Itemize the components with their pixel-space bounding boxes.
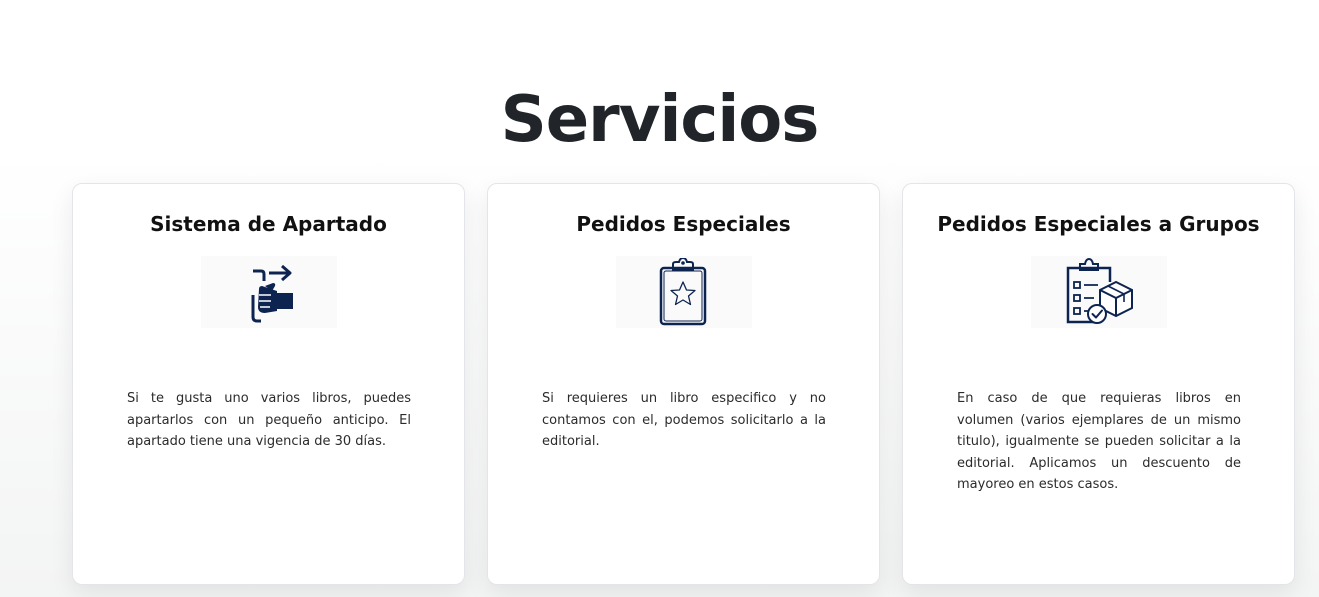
services-section: Servicios Sistema de Apartado Si te gust… [0, 0, 1319, 597]
service-card-apartado: Sistema de Apartado Si te gusta uno vari… [72, 183, 465, 585]
card-title: Pedidos Especiales a Grupos [937, 212, 1260, 236]
checklist-boxes-icon [1030, 256, 1167, 328]
card-description: En caso de que requieras libros en volum… [957, 391, 1241, 492]
card-description: Si requieres un libro especifico y no co… [542, 391, 826, 449]
card-title: Pedidos Especiales [576, 212, 791, 236]
card-title: Sistema de Apartado [150, 212, 387, 236]
card-description: Si te gusta uno varios libros, puedes ap… [127, 391, 411, 449]
section-title: Servicios [500, 83, 820, 157]
service-card-pedidos-especiales: Pedidos Especiales Si requieres un libro… [487, 183, 880, 585]
clipboard-star-icon [615, 256, 752, 328]
hand-hold-arrow-icon [200, 256, 337, 328]
service-card-pedidos-grupos: Pedidos Especiales a Grupos En caso de q… [902, 183, 1295, 585]
